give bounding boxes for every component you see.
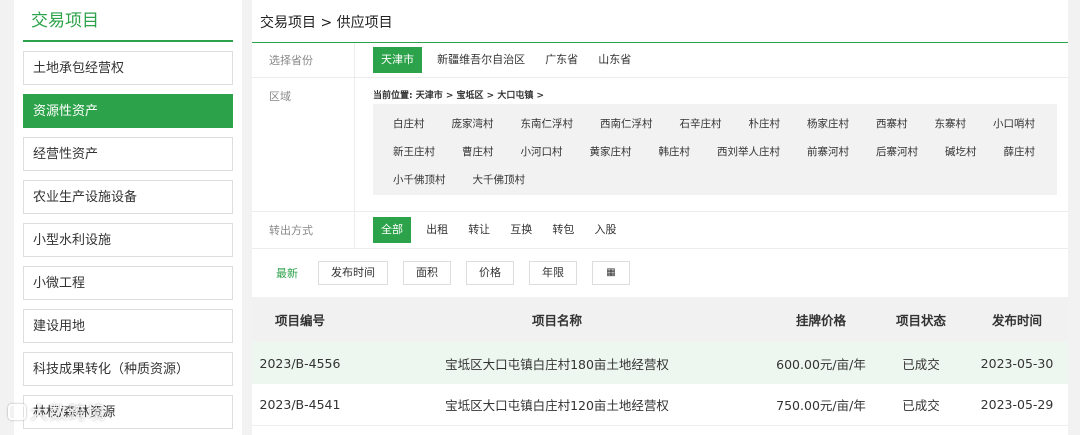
row-id: 2023/B-4541 <box>259 397 341 412</box>
transfer-option-all[interactable]: 全部 <box>373 217 411 243</box>
village-option[interactable]: 杨家庄村 <box>797 110 859 138</box>
header-status: 项目状态 <box>895 313 946 328</box>
transfer-filter-row: 转出方式 全部 出租 转让 互换 转包 入股 <box>252 212 1068 249</box>
sidebar-title: 交易项目 <box>23 0 233 42</box>
transfer-option-subcontract[interactable]: 转包 <box>547 217 579 243</box>
sort-latest[interactable]: 最新 <box>276 265 298 281</box>
village-option[interactable]: 韩庄村 <box>649 138 701 166</box>
sidebar-item-construction-land[interactable]: 建设用地 <box>23 309 233 343</box>
header-date: 发布时间 <box>991 313 1042 328</box>
province-filter-label: 选择省份 <box>252 43 355 77</box>
row-price: 750.00元/亩/年 <box>776 398 866 413</box>
village-option[interactable]: 薛庄村 <box>994 138 1046 166</box>
row-name[interactable]: 宝坻区大口屯镇白庄村180亩土地经营权 <box>348 354 766 373</box>
transfer-option-exchange[interactable]: 互换 <box>505 217 537 243</box>
sidebar: 交易项目 土地承包经营权 资源性资产 经营性资产 农业生产设施设备 小型水利设施… <box>14 0 242 435</box>
sidebar-item-tech-transfer[interactable]: 科技成果转化（种质资源） <box>23 352 233 386</box>
current-location: 当前位置: 天津市 > 宝坻区 > 大口屯镇 > <box>373 91 545 101</box>
breadcrumb: 交易项目 > 供应项目 <box>252 0 1068 43</box>
transfer-option-transfer[interactable]: 转让 <box>463 217 495 243</box>
transfer-options: 全部 出租 转让 互换 转包 入股 <box>355 212 1068 248</box>
village-option[interactable]: 黄家庄村 <box>580 138 642 166</box>
row-id: 2023/B-4556 <box>259 355 341 371</box>
province-option-xinjiang[interactable]: 新疆维吾尔自治区 <box>432 47 530 73</box>
village-option[interactable]: 小口哨村 <box>983 110 1045 138</box>
main-panel: 交易项目 > 供应项目 选择省份 天津市 新疆维吾尔自治区 广东省 山东省 区域… <box>252 0 1068 435</box>
sort-term-button[interactable]: 年限 <box>529 261 577 285</box>
village-option[interactable]: 前寨河村 <box>797 138 859 166</box>
area-filter-label: 区域 <box>252 78 355 211</box>
village-option[interactable]: 曹庄村 <box>452 138 504 166</box>
village-option[interactable]: 碱圪村 <box>935 138 987 166</box>
row-price: 600.00元/亩/年 <box>776 356 866 372</box>
sort-area-button[interactable]: 面积 <box>403 261 451 285</box>
village-option[interactable]: 庞家湾村 <box>442 110 504 138</box>
grid-view-icon[interactable]: ▦ <box>592 261 630 285</box>
transfer-option-shares[interactable]: 入股 <box>589 217 621 243</box>
sidebar-item-micro-projects[interactable]: 小微工程 <box>23 266 233 300</box>
province-option-guangdong[interactable]: 广东省 <box>540 47 583 73</box>
sidebar-item-operating-assets[interactable]: 经营性资产 <box>23 137 233 171</box>
village-option[interactable]: 后寨河村 <box>866 138 928 166</box>
project-table: 项目编号 项目名称 挂牌价格 项目状态 发布时间 2023/B-4556 宝坻区… <box>252 297 1068 426</box>
table-header: 项目编号 项目名称 挂牌价格 项目状态 发布时间 <box>252 297 1068 342</box>
village-option[interactable]: 石辛庄村 <box>670 110 732 138</box>
header-id: 项目编号 <box>274 313 325 328</box>
province-option-shandong[interactable]: 山东省 <box>593 47 636 73</box>
village-option[interactable]: 西刘举人庄村 <box>707 138 790 166</box>
province-options: 天津市 新疆维吾尔自治区 广东省 山东省 <box>355 43 1068 77</box>
sort-price-button[interactable]: 价格 <box>466 261 514 285</box>
row-date: 2023-05-29 <box>980 397 1054 412</box>
header-price: 挂牌价格 <box>795 313 846 328</box>
village-option[interactable]: 大千佛顶村 <box>463 166 536 194</box>
header-name: 项目名称 <box>531 313 582 328</box>
row-name[interactable]: 宝坻区大口屯镇白庄村120亩土地经营权 <box>348 395 766 414</box>
village-option[interactable]: 西南仁浮村 <box>590 110 663 138</box>
row-status: 已成交 <box>902 398 940 413</box>
table-row[interactable]: 2023/B-4556 宝坻区大口屯镇白庄村180亩土地经营权 600.00元/… <box>252 342 1068 384</box>
transfer-option-lease[interactable]: 出租 <box>421 217 453 243</box>
row-status: 已成交 <box>902 356 940 372</box>
village-option[interactable]: 白庄村 <box>383 110 435 138</box>
table-row[interactable]: 2023/B-4541 宝坻区大口屯镇白庄村120亩土地经营权 750.00元/… <box>252 384 1068 426</box>
village-option[interactable]: 小河口村 <box>511 138 573 166</box>
sidebar-list: 土地承包经营权 资源性资产 经营性资产 农业生产设施设备 小型水利设施 小微工程… <box>23 51 233 429</box>
province-option-tianjin[interactable]: 天津市 <box>373 47 422 73</box>
sort-bar: 最新 发布时间 面积 价格 年限 ▦ <box>252 249 1068 297</box>
sidebar-item-resource-assets[interactable]: 资源性资产 <box>23 94 233 128</box>
transfer-filter-label: 转出方式 <box>252 212 355 248</box>
sidebar-item-water-facilities[interactable]: 小型水利设施 <box>23 223 233 257</box>
sidebar-item-forestry[interactable]: 林权/森林资源 <box>23 395 233 429</box>
village-option[interactable]: 东寨村 <box>925 110 977 138</box>
sidebar-item-land-contract[interactable]: 土地承包经营权 <box>23 51 233 85</box>
village-option[interactable]: 新王庄村 <box>383 138 445 166</box>
village-list: 白庄村 庞家湾村 东南仁浮村 西南仁浮村 石辛庄村 朴庄村 杨家庄村 西寨村 东寨村 小口哨村新王… <box>373 104 1057 195</box>
sort-publish-time-button[interactable]: 发布时间 <box>318 261 388 285</box>
row-date: 2023-05-30 <box>980 355 1054 371</box>
village-option[interactable]: 西寨村 <box>866 110 918 138</box>
village-option[interactable]: 东南仁浮村 <box>511 110 584 138</box>
village-option[interactable]: 小千佛顶村 <box>383 166 456 194</box>
province-filter-row: 选择省份 天津市 新疆维吾尔自治区 广东省 山东省 <box>252 43 1068 78</box>
village-option[interactable]: 朴庄村 <box>739 110 791 138</box>
area-content: 当前位置: 天津市 > 宝坻区 > 大口屯镇 > 白庄村 庞家湾村 东南仁浮村 西南仁… <box>355 78 1068 211</box>
area-filter-row: 区域 当前位置: 天津市 > 宝坻区 > 大口屯镇 > 白庄村 庞家湾村 东南仁浮村… <box>252 78 1068 212</box>
sidebar-item-agri-facilities[interactable]: 农业生产设施设备 <box>23 180 233 214</box>
